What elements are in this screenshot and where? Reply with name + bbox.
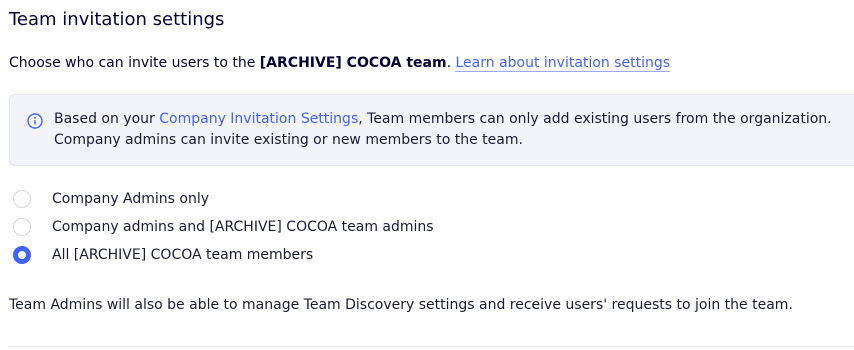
radio-button[interactable] — [13, 218, 31, 236]
section-title: Team invitation settings — [9, 9, 225, 30]
info-icon — [27, 113, 43, 129]
description-prefix: Choose who can invite users to the — [9, 55, 260, 71]
company-invitation-settings-link[interactable]: Company Invitation Settings — [159, 111, 358, 127]
option-all-team-members[interactable]: All [ARCHIVE] COCOA team members — [13, 241, 434, 269]
info-text: Based on your Company Invitation Setting… — [54, 109, 854, 151]
info-prefix: Based on your — [54, 111, 160, 127]
radio-button[interactable] — [13, 190, 31, 208]
invite-permission-radio-group: Company Admins only Company admins and [… — [13, 185, 434, 269]
radio-label: Company admins and [ARCHIVE] COCOA team … — [52, 219, 434, 235]
description-period: . — [446, 55, 452, 71]
divider — [9, 346, 854, 347]
team-name: [ARCHIVE] COCOA team — [259, 55, 447, 71]
footer-note: Team Admins will also be able to manage … — [9, 297, 793, 313]
radio-button-selected[interactable] — [13, 246, 31, 264]
section-description: Choose who can invite users to the [ARCH… — [9, 53, 671, 73]
radio-label: Company Admins only — [52, 191, 210, 207]
team-invitation-settings-panel: Team invitation settings Choose who can … — [0, 0, 854, 350]
learn-invitation-settings-link[interactable]: Learn about invitation settings — [455, 55, 671, 72]
option-company-admins-only[interactable]: Company Admins only — [13, 185, 434, 213]
radio-label: All [ARCHIVE] COCOA team members — [52, 247, 314, 263]
info-callout: Based on your Company Invitation Setting… — [9, 94, 854, 166]
option-company-and-team-admins[interactable]: Company admins and [ARCHIVE] COCOA team … — [13, 213, 434, 241]
